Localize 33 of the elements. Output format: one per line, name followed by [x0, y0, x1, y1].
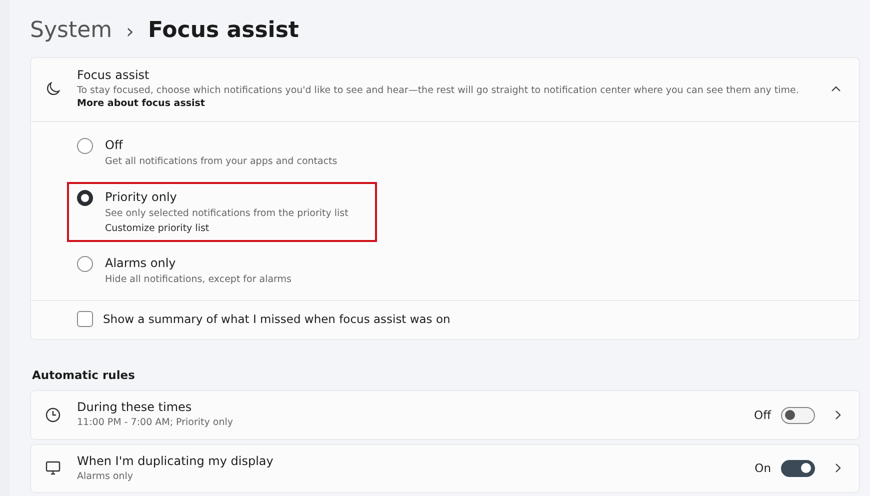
option-description: See only selected notifications from the priority list — [105, 206, 348, 220]
radio-button[interactable] — [77, 138, 93, 154]
option-description: Get all notifications from your apps and contacts — [105, 154, 338, 168]
rule-title: When I'm duplicating my display — [77, 454, 274, 468]
rule-title: During these times — [77, 400, 193, 414]
toggle-switch[interactable] — [781, 406, 815, 424]
section-heading: Automatic rules — [32, 368, 136, 382]
toggle-state-label: Off — [754, 408, 771, 422]
checkbox[interactable] — [77, 311, 93, 328]
checkbox-label: Show a summary of what I missed when focus assist was on — [103, 312, 450, 326]
breadcrumb-parent[interactable]: System — [30, 18, 112, 43]
chevron-icon — [833, 463, 843, 474]
card-title: Focus assist — [77, 68, 150, 82]
toggle-state-label: On — [754, 461, 771, 476]
card-description: To stay focused, choose which notifications you'd like to see and hear—the rest will go straight to notification center where you can see them any time. More about focus assist — [77, 84, 800, 111]
rule-subtitle: 11:00 PM - 7:00 AM; Priority only — [77, 416, 234, 430]
option-label: Priority only — [105, 190, 178, 204]
chevron-icon — [833, 410, 843, 420]
option-label: Off — [105, 138, 124, 152]
customize-link[interactable]: Customize priority list — [105, 223, 348, 234]
rule-card[interactable]: When I'm duplicating my display Alarms only On — [30, 444, 860, 494]
rule-card[interactable]: During these times 11:00 PM - 7:00 AM; Priority only Off — [30, 390, 860, 440]
option-description: Hide all notifications, except for alarms — [105, 273, 292, 286]
rule-subtitle: Alarms only — [77, 470, 134, 484]
radio-button[interactable] — [77, 190, 93, 206]
radio-button[interactable] — [77, 256, 93, 272]
clock-icon — [45, 407, 61, 424]
option-label: Alarms only — [105, 256, 177, 270]
monitor-icon — [45, 460, 61, 476]
moon-icon — [45, 81, 61, 98]
page-title: Focus assist — [148, 18, 299, 43]
toggle-switch[interactable] — [781, 460, 815, 477]
breadcrumb-separator: › — [126, 18, 134, 42]
